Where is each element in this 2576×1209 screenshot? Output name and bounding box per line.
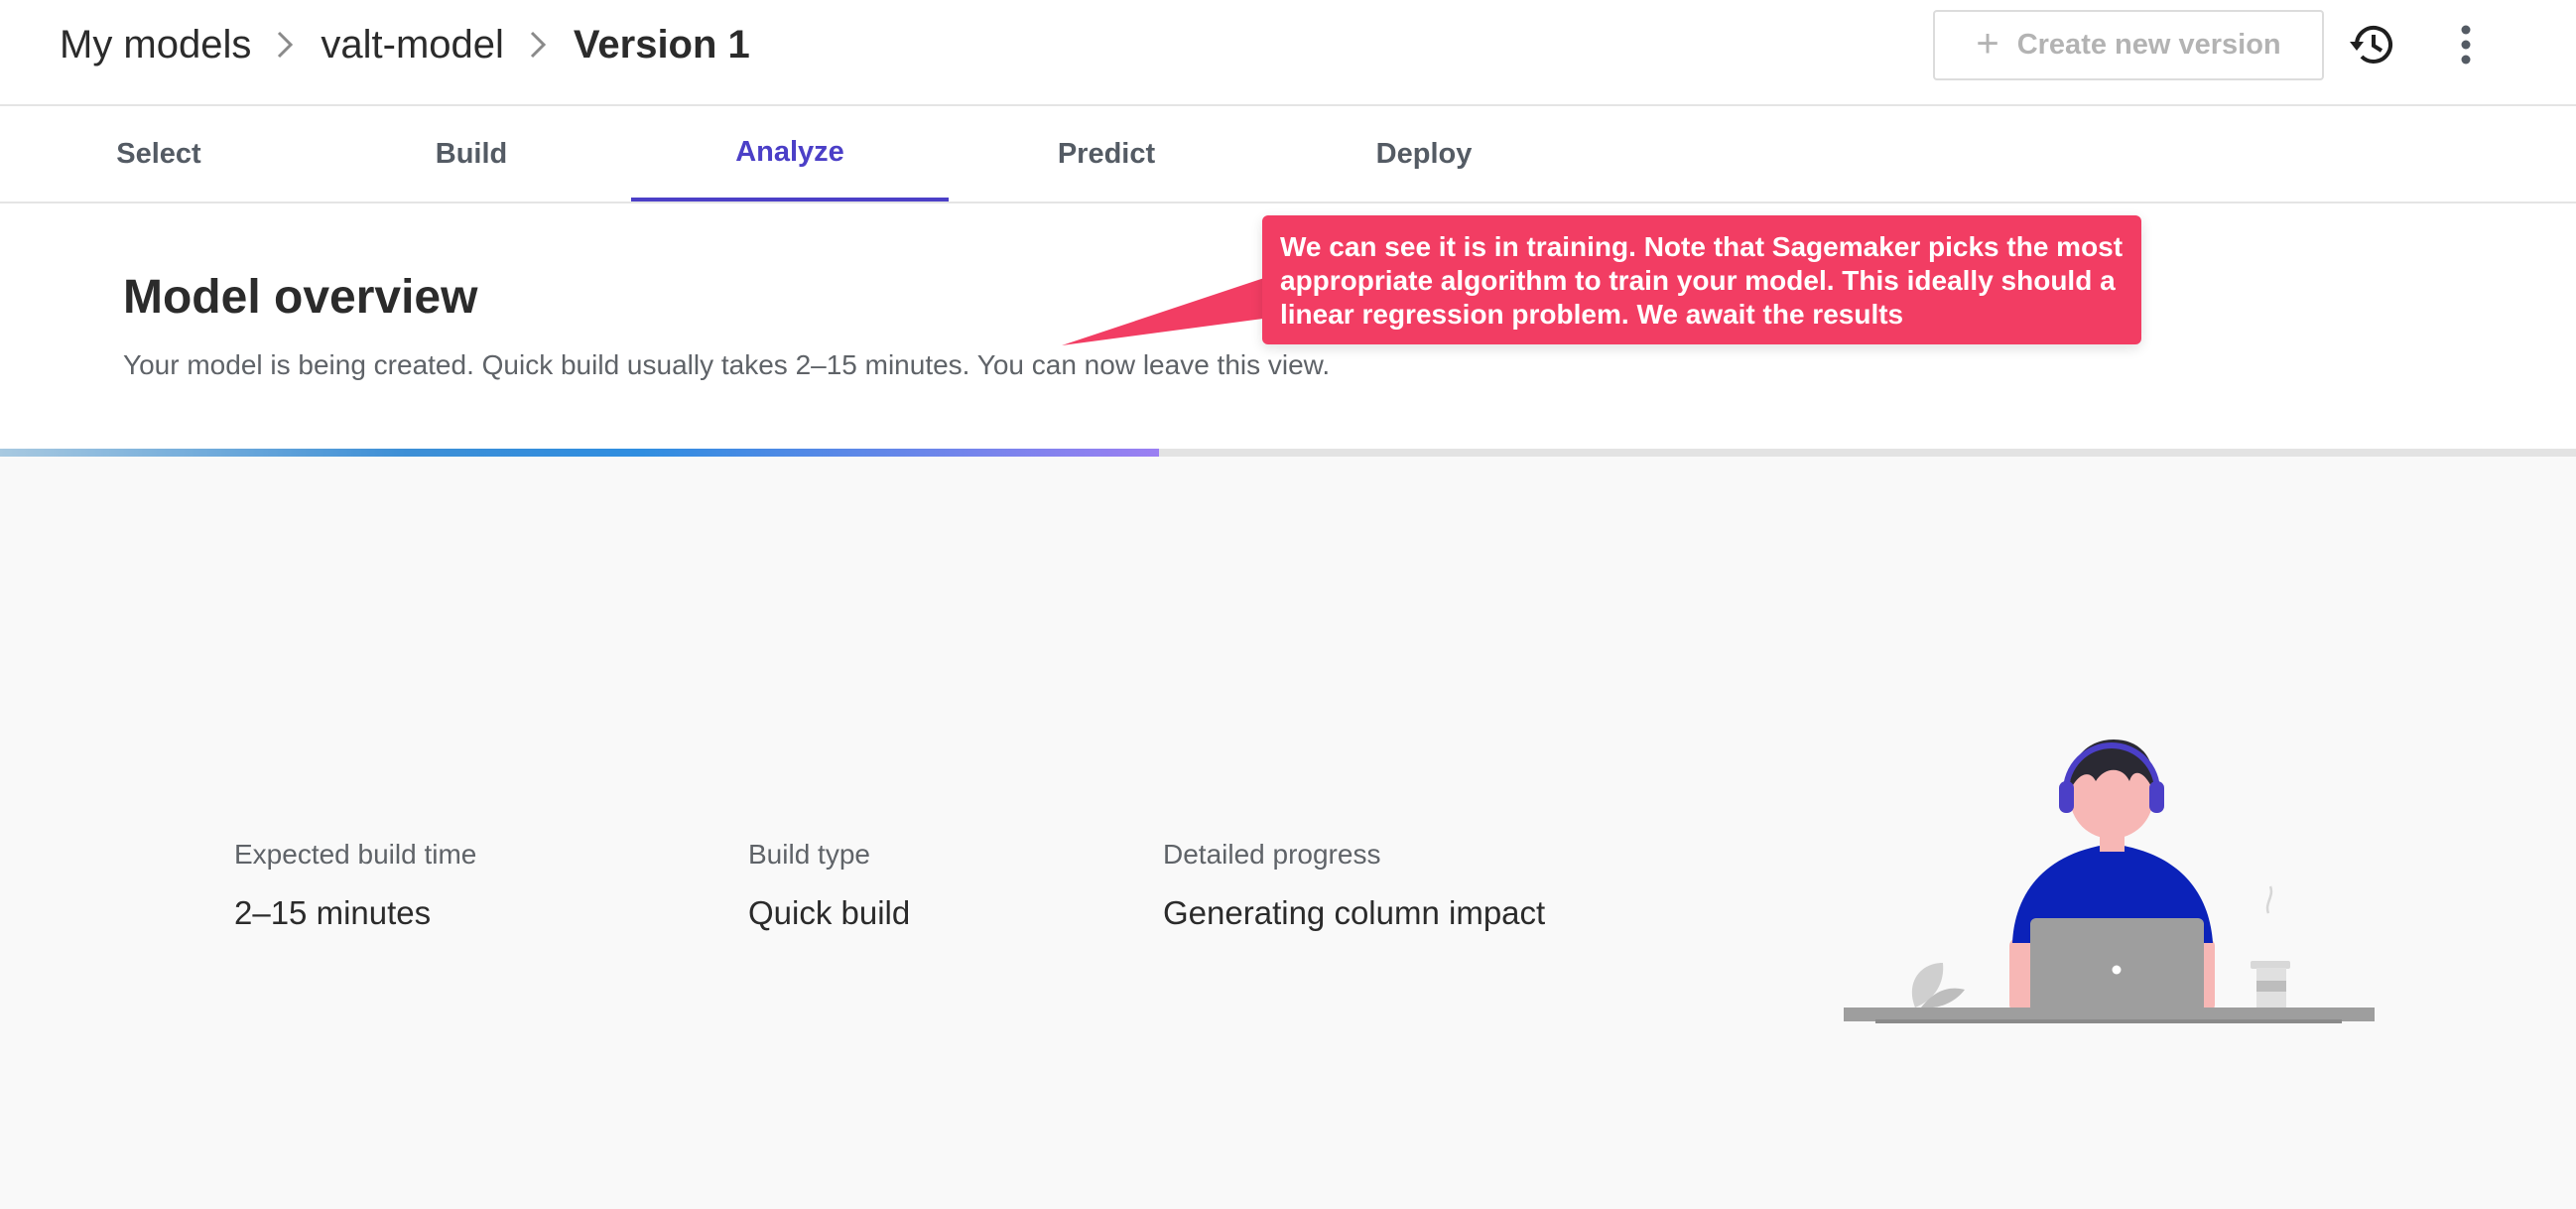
stat-label: Detailed progress	[1163, 839, 1381, 870]
page-title: Model overview	[123, 271, 478, 324]
callout-pointer	[1062, 276, 1270, 345]
build-progress-fill	[0, 449, 1160, 457]
stat-label: Expected build time	[234, 839, 477, 870]
chevron-right-icon	[251, 30, 321, 60]
create-new-version-label: Create new version	[2016, 29, 2281, 61]
person-at-laptop-illustration	[1836, 730, 2382, 1037]
more-vertical-icon[interactable]	[2451, 20, 2481, 69]
breadcrumb-my-models[interactable]: My models	[60, 23, 251, 67]
stat-value: Quick build	[748, 894, 911, 931]
tab-predict[interactable]: Predict	[948, 106, 1265, 202]
stat-build-type: Build type Quick build	[748, 839, 910, 932]
breadcrumb: My models valt-model Version 1	[60, 20, 750, 69]
tab-deploy[interactable]: Deploy	[1265, 106, 1583, 202]
stat-value: Generating column impact	[1163, 894, 1546, 931]
create-new-version-button[interactable]: + Create new version	[1933, 10, 2324, 80]
tab-build[interactable]: Build	[313, 106, 630, 202]
tab-analyze[interactable]: Analyze	[631, 106, 949, 202]
build-progress-bar	[0, 449, 2576, 457]
history-icon[interactable]	[2348, 20, 2397, 69]
workflow-tabs: Select Build Analyze Predict Deploy	[0, 106, 2576, 203]
breadcrumb-version: Version 1	[573, 22, 750, 67]
top-bar: My models valt-model Version 1 + Create …	[0, 0, 2576, 106]
chevron-right-icon	[504, 30, 574, 60]
stat-detailed-progress: Detailed progress Generating column impa…	[1163, 839, 1545, 932]
stat-label: Build type	[748, 839, 870, 870]
page-subtitle: Your model is being created. Quick build…	[123, 349, 1331, 380]
stat-expected-build-time: Expected build time 2–15 minutes	[234, 839, 476, 932]
tab-select[interactable]: Select	[0, 106, 318, 202]
breadcrumb-model[interactable]: valt-model	[321, 23, 504, 67]
annotation-callout: We can see it is in training. Note that …	[1262, 215, 2141, 344]
plus-icon: +	[1976, 21, 1999, 66]
stat-value: 2–15 minutes	[234, 894, 432, 931]
